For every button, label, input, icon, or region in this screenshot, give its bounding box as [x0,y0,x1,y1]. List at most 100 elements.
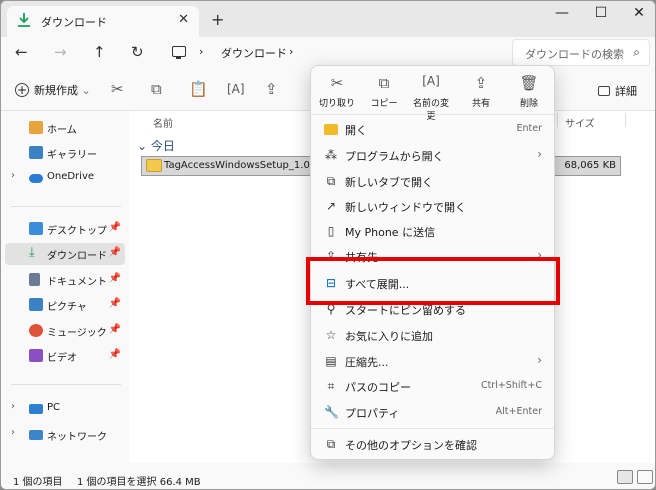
column-header-size[interactable]: サイズ [565,115,595,130]
details-button[interactable]: 詳細 [598,83,637,99]
copy-icon: ⧉ [378,74,390,92]
sidebar-item-desktop[interactable]: デスクトップ 📌 [5,218,125,240]
menu-item-open[interactable]: 開く Enter [315,117,552,141]
cut-action[interactable]: ✂ 切り取り [315,74,359,109]
wrench-icon: 🔧 [324,405,339,419]
sidebar-item-documents[interactable]: ドキュメント 📌 [5,269,125,291]
menu-item-label: パスのコピー [345,381,411,394]
paste-icon[interactable]: 📋 [189,80,208,98]
menu-item-copy-path[interactable]: ⌗ パスのコピー Ctrl+Shift+C [315,374,552,398]
document-icon [29,273,40,286]
chevron-right-icon[interactable]: › [289,45,293,58]
chevron-right-icon[interactable]: › [11,427,15,438]
zip-folder-icon [146,159,162,172]
breadcrumb-downloads[interactable]: ダウンロード [221,45,287,61]
divider [311,114,554,115]
menu-item-open-with[interactable]: ⁂ プログラムから開く › [315,143,552,167]
gallery-icon [29,146,43,159]
more-options-icon: ⧉ [326,437,336,451]
menu-item-send-to-phone[interactable]: ▯ My Phone に送信 [315,219,552,243]
sidebar-item-videos[interactable]: ビデオ 📌 [5,345,125,367]
details-view-icon[interactable] [617,470,633,484]
menu-item-compress-to[interactable]: ▤ 圧縮先... › [315,349,552,373]
menu-item-label: プロパティ [345,407,400,420]
up-button[interactable]: ↑ [93,43,106,61]
menu-item-label: 新しいウィンドウで開く [345,201,466,214]
share-icon[interactable]: ⇪ [265,80,278,98]
minimize-button[interactable]: — [552,5,572,21]
divider [311,428,554,429]
sidebar-item-network[interactable]: › ネットワーク [5,424,125,446]
search-box[interactable]: ダウンロードの検索 ⌕ [512,39,650,66]
menu-item-properties[interactable]: 🔧 プロパティ Alt+Enter [315,400,552,424]
refresh-button[interactable]: ↻ [131,43,144,61]
menu-item-shortcut: Enter [516,123,543,134]
rename-icon[interactable]: [A] [227,82,245,96]
divider [11,206,121,207]
new-tab-button[interactable]: + [211,10,224,29]
sidebar-item-pc[interactable]: › PC [5,398,125,420]
action-label: コピー [370,99,398,109]
sidebar-item-music[interactable]: ミュージック 📌 [5,320,125,342]
menu-item-open-new-tab[interactable]: ⧉ 新しいタブで開く [315,169,552,193]
address-bar[interactable]: › ダウンロード › [161,39,505,66]
group-header-today[interactable]: ⌄ 今日 [137,137,175,154]
maximize-button[interactable]: ☐ [591,5,611,21]
tab-close-icon[interactable]: ✕ [178,12,189,27]
column-header-name[interactable]: 名前 [153,115,173,130]
new-button[interactable]: + 新規作成 ⌄ [15,82,91,98]
sidebar-item-home[interactable]: ホーム [5,117,125,139]
new-window-icon: ↗ [325,199,337,213]
column-divider[interactable] [625,113,626,127]
pin-icon: 📌 [108,247,121,258]
sidebar-item-label: ホーム [47,125,77,136]
annotation-highlight-box [306,257,560,305]
folder-open-icon [324,124,338,135]
menu-item-shortcut: Alt+Enter [495,406,542,417]
pictures-icon [29,298,43,311]
pin-icon: 📌 [108,222,121,233]
share-icon: ⇪ [474,74,488,92]
back-button[interactable]: ← [15,43,28,61]
file-size: 68,065 KB [564,160,616,171]
action-label: 共有 [471,99,490,109]
chevron-right-icon: › [199,45,204,58]
menu-item-open-new-window[interactable]: ↗ 新しいウィンドウで開く [315,194,552,218]
sidebar-item-label: ビデオ [47,353,77,364]
title-bar: ダウンロード ✕ + — ☐ ✕ [1,1,655,37]
pin-icon: 📌 [108,324,121,335]
home-icon [29,121,43,134]
music-icon [29,324,43,337]
copy-icon[interactable]: ⧉ [151,80,162,98]
tab-downloads[interactable]: ダウンロード ✕ [7,6,199,37]
tiles-view-icon[interactable] [637,470,653,484]
chevron-right-icon[interactable]: › [11,170,15,181]
sidebar-item-onedrive[interactable]: › OneDrive [5,167,125,189]
menu-item-shortcut: Ctrl+Shift+C [480,380,542,391]
sidebar-item-label: ピクチャ [47,302,87,313]
menu-item-more-options[interactable]: ⧉ その他のオプションを確認 [315,432,552,456]
delete-action[interactable]: 🗑 削除 [507,74,551,109]
status-bar: 1 個の項目 1 個の項目を選択 66.4 MB [1,463,655,489]
action-label: 切り取り [318,99,355,109]
star-icon: ☆ [325,328,337,342]
computer-icon [172,46,186,59]
scissors-icon[interactable]: ✂ [111,80,124,98]
forward-button[interactable]: → [54,43,67,61]
chevron-right-icon[interactable]: › [11,401,15,412]
zip-icon: ▤ [325,354,337,368]
column-divider[interactable] [557,113,558,127]
sidebar-item-downloads[interactable]: ⤓ ダウンロード 📌 [5,243,125,265]
plus-icon: + [15,83,29,97]
menu-item-add-favorite[interactable]: ☆ お気に入りに追加 [315,323,552,347]
group-label: 今日 [150,139,175,153]
details-pane-icon [598,86,610,96]
pin-icon: 📌 [108,298,121,309]
copy-action[interactable]: ⧉ コピー [362,74,406,109]
menu-item-label: 新しいタブで開く [345,176,433,189]
sidebar-item-pictures[interactable]: ピクチャ 📌 [5,294,125,316]
sidebar-item-gallery[interactable]: ギャラリー [5,142,125,164]
tab-label: ダウンロード [41,16,107,29]
share-action[interactable]: ⇪ 共有 [459,74,503,109]
close-button[interactable]: ✕ [629,5,649,21]
